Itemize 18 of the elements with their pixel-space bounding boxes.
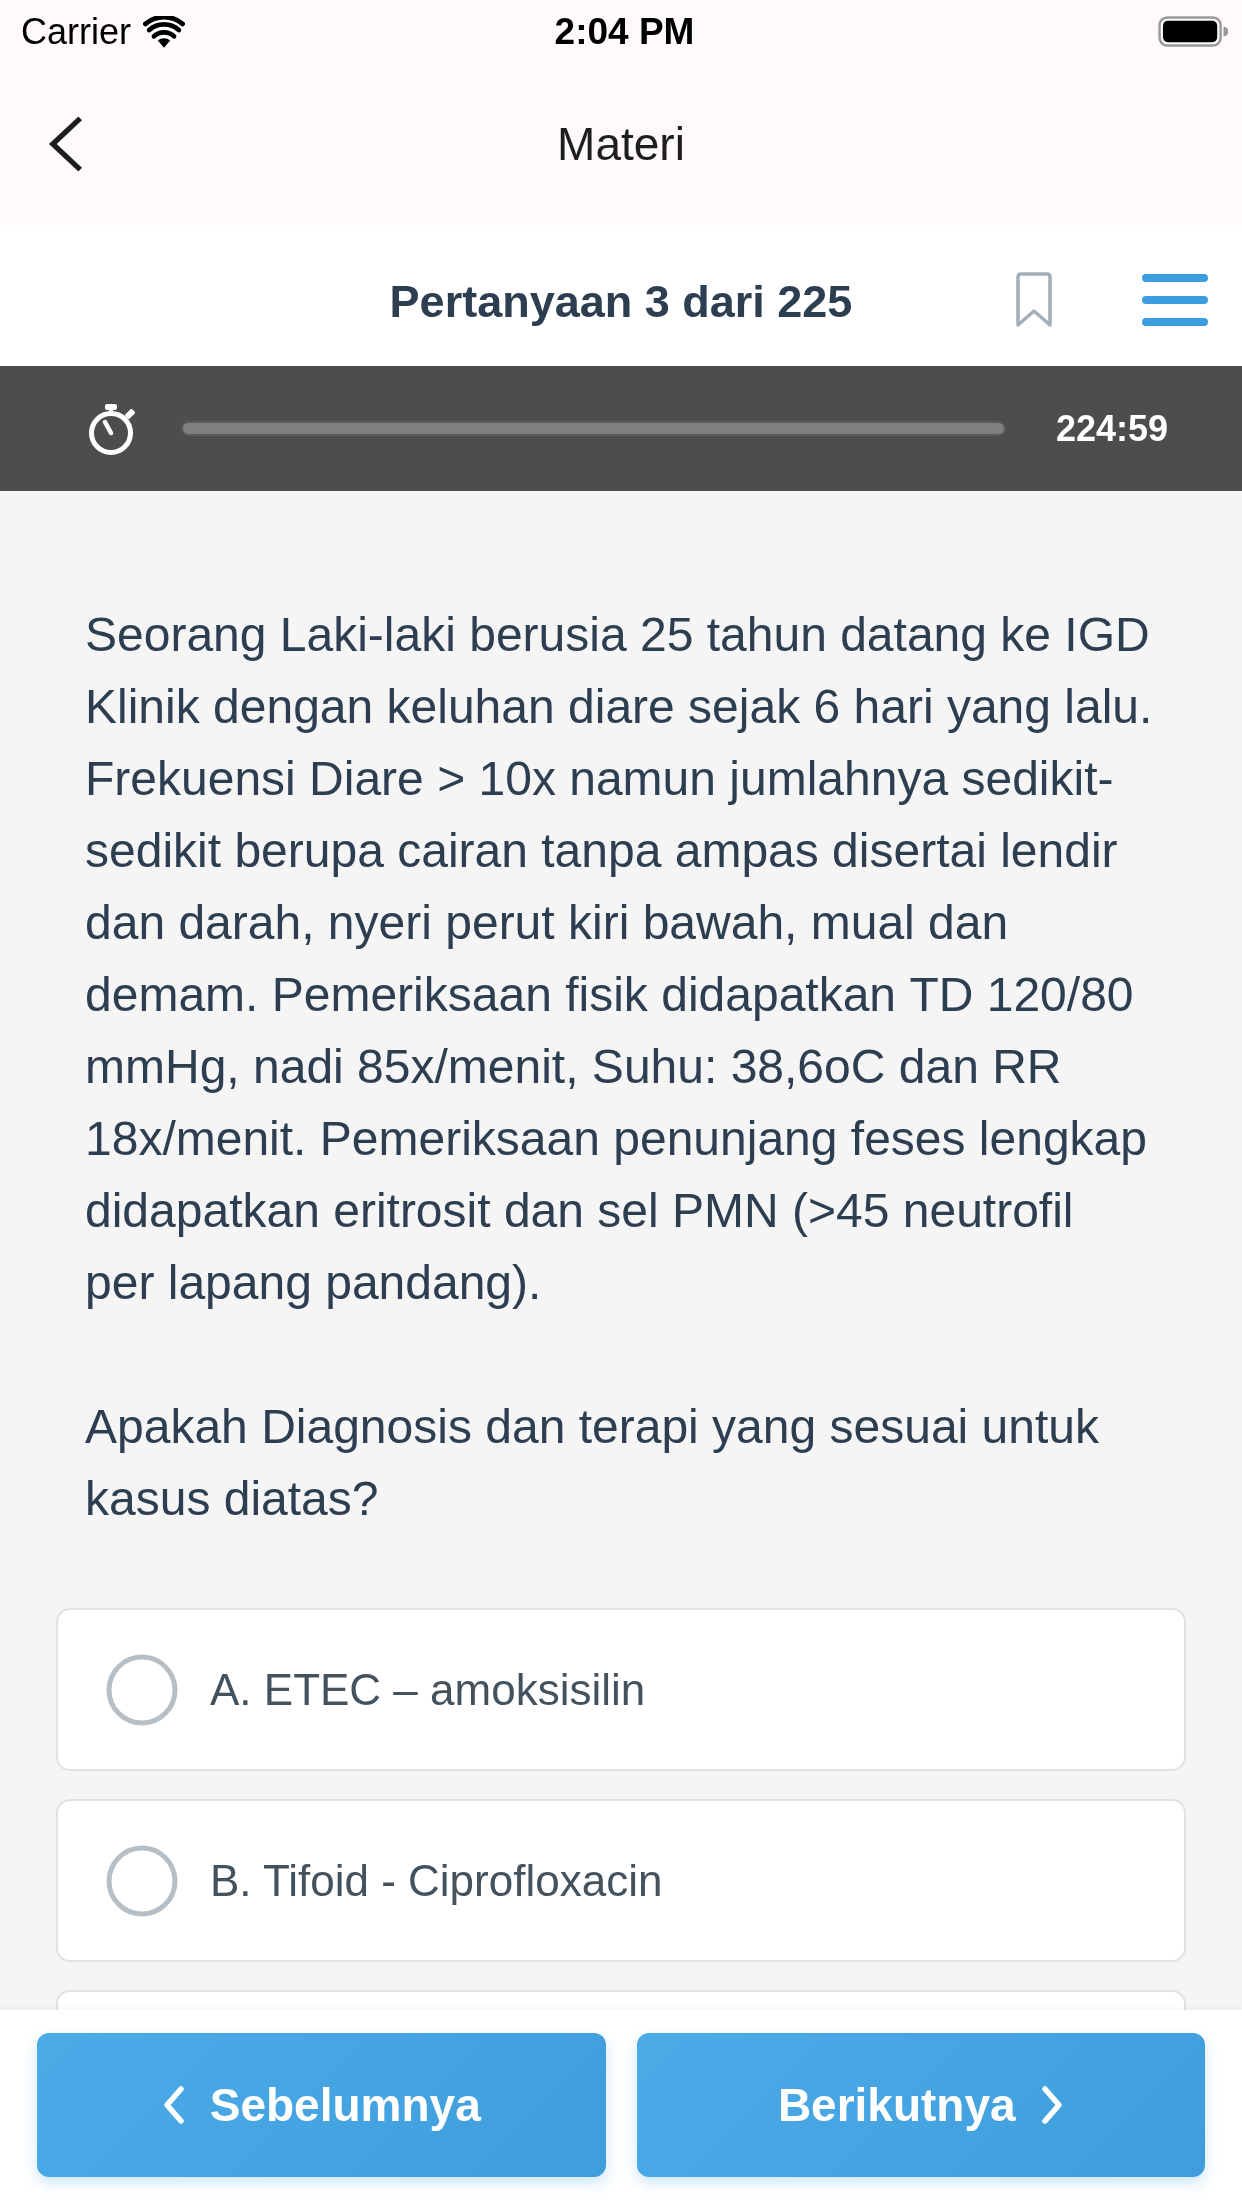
wifi-icon bbox=[143, 15, 185, 48]
question-text: Apakah Diagnosis dan terapi yang sesuai untuk kasus diatas? bbox=[84, 1399, 1100, 1527]
chevron-left-icon bbox=[161, 2085, 186, 2125]
carrier-text: Carrier bbox=[21, 10, 131, 53]
answer-option[interactable]: B. Tifoid - Ciprofloxacin bbox=[56, 1799, 1186, 1962]
chevron-right-icon bbox=[1039, 2085, 1064, 2125]
case-description: Seorang Laki-laki berusia 25 tahun datang ke IGD Klinik dengan keluhan diare sejak 6 hari yang lalu. Frekuensi Diare > 10x namun jumlahnya sedikit-sedikit berupa cairan tanpa ampas disertai lendir dan darah, nyeri perut kiri bawah, mual dan demam. Pemeriksaan fisik didapatkan TD 120/80 mmHg, nadi 85x/menit, Suhu: 38,6oC dan RR 18x/menit. Pemeriksaan penunjang feses lengkap didapatkan eritrosit dan sel PMN (>45 neutrofil per lapang pandang). bbox=[84, 607, 1154, 1311]
radio-icon bbox=[106, 1653, 178, 1726]
remaining-time: 224:59 bbox=[1055, 407, 1168, 450]
battery-icon bbox=[1158, 16, 1228, 47]
status-time: 2:04 PM bbox=[554, 10, 695, 53]
radio-icon bbox=[106, 1844, 178, 1917]
screen-title: Materi bbox=[557, 117, 685, 171]
chevron-left-icon bbox=[48, 115, 84, 173]
answer-option[interactable]: A. ETEC – amoksisilin bbox=[56, 1608, 1186, 1771]
menu-icon[interactable] bbox=[1142, 273, 1208, 326]
bookmark-icon[interactable] bbox=[1014, 271, 1054, 328]
question-counter: Pertanyaan 3 dari 225 bbox=[389, 275, 853, 328]
